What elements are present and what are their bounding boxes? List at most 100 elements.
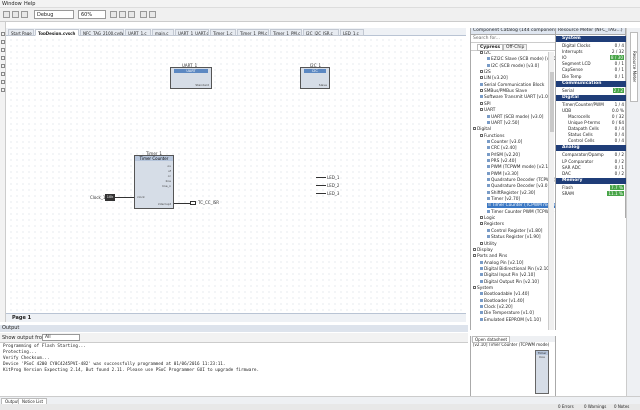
catalog-item[interactable]: Software Transmit UART [v1.0] xyxy=(480,95,550,100)
catalog-item[interactable]: Bootloader [v1.40] xyxy=(480,298,524,304)
output-source-select[interactable]: All xyxy=(42,334,80,341)
led-3-label[interactable]: LED_3 xyxy=(327,191,339,196)
catalog-item[interactable]: ShiftRegister [v2.30] xyxy=(487,190,535,196)
catalog-item[interactable]: Clock [v2.20] xyxy=(480,305,513,310)
page-tab[interactable]: Page 1 xyxy=(12,315,31,321)
catalog-item[interactable]: PWM (TCPWM mode) [v2.10] xyxy=(487,165,553,170)
timer-component[interactable]: Timer Counter ov uf cc line line_n clock… xyxy=(134,155,174,209)
tab-uart-uart-c[interactable]: UART_1_UART.c xyxy=(175,29,209,36)
uart-mode-label: Standard xyxy=(195,83,209,87)
zoom-select[interactable]: 60% xyxy=(78,10,106,19)
catalog-folder[interactable]: I2S xyxy=(480,70,491,75)
debug-icon[interactable] xyxy=(128,11,135,18)
menu-help[interactable]: Help xyxy=(24,1,35,7)
status-bar: 0 Errors 0 Warnings 0 Notes xyxy=(0,404,640,410)
catalog-item[interactable]: Bootloadable [v1.40] xyxy=(480,292,529,297)
resource-section-header[interactable]: Communication xyxy=(556,80,626,87)
catalog-item[interactable]: Timer Counter (TCPWM mode) xyxy=(487,203,555,209)
line-tool-icon[interactable] xyxy=(1,72,5,76)
build-config-select[interactable]: Debug xyxy=(34,10,74,19)
catalog-folder[interactable]: Functions xyxy=(480,133,505,139)
catalog-item[interactable]: Serial Communication Block xyxy=(480,82,544,88)
new-icon[interactable] xyxy=(3,11,10,18)
catalog-item[interactable]: Timer Counter PWM (TCPWM) xyxy=(487,209,554,215)
tab-uart-c[interactable]: UART_1.c xyxy=(125,29,151,36)
catalog-item[interactable]: CRC [v2.40] xyxy=(487,146,517,151)
catalog-item[interactable]: UART (SCB mode) [v3.0] xyxy=(487,114,543,120)
isr-component[interactable] xyxy=(190,201,196,205)
resource-section-header[interactable]: Analog xyxy=(556,145,626,152)
catalog-search-input[interactable]: Search for... xyxy=(471,35,555,43)
catalog-item[interactable]: Die Temperature [v1.0] xyxy=(480,311,534,316)
text-tool-icon[interactable] xyxy=(1,64,5,68)
catalog-item[interactable]: I2C (SCB mode) [v3.0] xyxy=(487,63,539,69)
catalog-item[interactable]: Status Register [v1.90] xyxy=(487,235,541,240)
catalog-folder[interactable]: SPI xyxy=(480,101,491,107)
tab-timer-pm-c[interactable]: Timer_1_PM.c xyxy=(237,29,269,36)
open-icon[interactable] xyxy=(12,11,19,18)
catalog-item[interactable]: Timer [v2.70] xyxy=(487,197,520,202)
catalog-item[interactable]: PrISM [v2.20] xyxy=(487,152,520,158)
program-icon[interactable] xyxy=(119,11,126,18)
resource-meter-dock-tab[interactable]: Resource Meter xyxy=(630,32,638,102)
label-tool-icon[interactable] xyxy=(1,56,5,60)
catalog-item[interactable]: PWM [v3.30] xyxy=(487,171,518,177)
catalog-item[interactable]: UART [v2.50] xyxy=(487,120,519,126)
rect-tool-icon[interactable] xyxy=(1,80,5,84)
tab-start-page[interactable]: Start Page xyxy=(8,29,34,36)
catalog-folder[interactable]: Utility xyxy=(480,241,497,247)
tab-topdesign[interactable]: TopDesign.cysch xyxy=(35,29,79,36)
tab-i2c-isr-c[interactable]: I2C_I2C_ISR.c xyxy=(303,29,339,36)
zoom-out-icon[interactable] xyxy=(149,11,156,18)
menu-window[interactable]: Window xyxy=(2,1,22,7)
catalog-folder[interactable]: Registers xyxy=(480,222,504,227)
catalog-item[interactable]: Quadrature Decoder (TCPWM) xyxy=(487,178,555,183)
resource-section-header[interactable]: Digital xyxy=(556,94,626,101)
resource-section-header[interactable]: Memory xyxy=(556,177,626,184)
wire-tool-icon[interactable] xyxy=(1,40,5,44)
resource-section-header[interactable]: System xyxy=(556,36,626,42)
catalog-item[interactable]: Counter [v3.0] xyxy=(487,139,522,145)
clock-component[interactable]: 10k xyxy=(105,194,115,201)
pointer-tool-icon[interactable] xyxy=(1,32,5,36)
i2c-component[interactable]: I2C Slave xyxy=(300,67,330,89)
uart-component[interactable]: UART Standard xyxy=(170,67,212,89)
catalog-item[interactable]: Digital Output Pin [v2.10] xyxy=(480,279,539,285)
build-icon[interactable] xyxy=(110,11,117,18)
led-1-label[interactable]: LED_1 xyxy=(327,175,339,180)
catalog-folder[interactable]: System xyxy=(473,285,493,291)
zoom-in-icon[interactable] xyxy=(140,11,147,18)
catalog-folder[interactable]: SMBus/PMBus Slave xyxy=(480,89,527,94)
tab-main-c[interactable]: main.c xyxy=(152,29,174,36)
catalog-item[interactable]: Control Register [v1.80] xyxy=(487,228,542,234)
ellipse-tool-icon[interactable] xyxy=(1,88,5,92)
catalog-item[interactable]: Digital Input Pin [v2.10] xyxy=(480,273,535,278)
tab-nfc-cydwr[interactable]: NFC_TAG_2100.cydwr xyxy=(80,29,124,36)
catalog-folder[interactable]: Logic xyxy=(480,216,495,221)
catalog-folder[interactable]: Ports and Pins xyxy=(473,254,507,259)
schematic-canvas[interactable]: UART_1 UART Standard I2C_1 I2C Slave Tim… xyxy=(8,37,464,313)
bus-tool-icon[interactable] xyxy=(1,48,5,52)
catalog-scrollbar[interactable] xyxy=(548,52,554,330)
expand-icon xyxy=(480,51,483,54)
catalog-item[interactable]: Quadrature Decoder [v3.0] xyxy=(487,184,549,189)
catalog-folder[interactable]: Digital xyxy=(473,127,491,132)
led-2-label[interactable]: LED_2 xyxy=(327,183,339,188)
catalog-folder[interactable]: I2C xyxy=(480,51,491,56)
catalog-item[interactable]: Emulated EEPROM [v1.10] xyxy=(480,317,541,323)
tab-cypress[interactable]: Cypress xyxy=(477,44,504,51)
tab-open-datasheet[interactable]: Open datasheet xyxy=(472,336,511,343)
tab-led-c[interactable]: LED_1.c xyxy=(340,29,364,36)
catalog-folder[interactable]: UART xyxy=(480,108,495,113)
tab-timer-pm-c-2[interactable]: Timer_1_PM.c xyxy=(270,29,302,36)
tab-off-chip[interactable]: Off-Chip xyxy=(503,44,528,51)
catalog-item[interactable]: PRS [v2.40] xyxy=(487,158,516,164)
catalog-item[interactable]: Digital Bidirectional Pin [v2.10] xyxy=(480,266,551,272)
tab-timer-c[interactable]: Timer_1.c xyxy=(210,29,236,36)
catalog-item[interactable]: Analog Pin [v2.10] xyxy=(480,260,523,266)
catalog-folder[interactable]: LIN [v3.20] xyxy=(480,76,508,81)
save-icon[interactable] xyxy=(21,11,28,18)
catalog-scroll-thumb[interactable] xyxy=(550,72,554,132)
catalog-item[interactable]: EZI2C Slave (SCB mode) [v3.0] xyxy=(487,57,555,62)
catalog-folder[interactable]: Display xyxy=(473,247,493,253)
